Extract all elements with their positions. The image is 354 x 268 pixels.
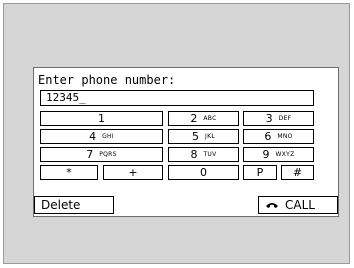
key-2[interactable]: 2 ABC — [168, 111, 239, 126]
display-screen: Enter phone number: 12345_ 1 2 ABC 3 DEF 4… — [3, 3, 350, 264]
phone-dial-dialog: Enter phone number: 12345_ 1 2 ABC 3 DEF 4… — [33, 67, 339, 217]
key-plus[interactable]: + — [103, 165, 163, 180]
key-5[interactable]: 5 JKL — [168, 129, 239, 144]
key-0[interactable]: 0 — [168, 165, 239, 180]
phone-handset-icon — [265, 200, 279, 210]
key-pause[interactable]: P — [243, 165, 277, 180]
key-hash[interactable]: # — [281, 165, 314, 180]
key-star[interactable]: * — [40, 165, 98, 180]
key-4[interactable]: 4 GHI — [40, 129, 163, 144]
delete-button[interactable]: Delete — [34, 196, 114, 214]
call-button[interactable]: CALL — [258, 196, 338, 214]
phone-number-field[interactable]: 12345_ — [40, 90, 314, 106]
key-9[interactable]: 9 WXYZ — [243, 147, 314, 162]
key-7[interactable]: 7 PQRS — [40, 147, 163, 162]
key-3[interactable]: 3 DEF — [243, 111, 314, 126]
prompt-label: Enter phone number: — [38, 73, 176, 87]
key-1[interactable]: 1 — [40, 111, 163, 126]
key-6[interactable]: 6 MNO — [243, 129, 314, 144]
key-8[interactable]: 8 TUV — [168, 147, 239, 162]
